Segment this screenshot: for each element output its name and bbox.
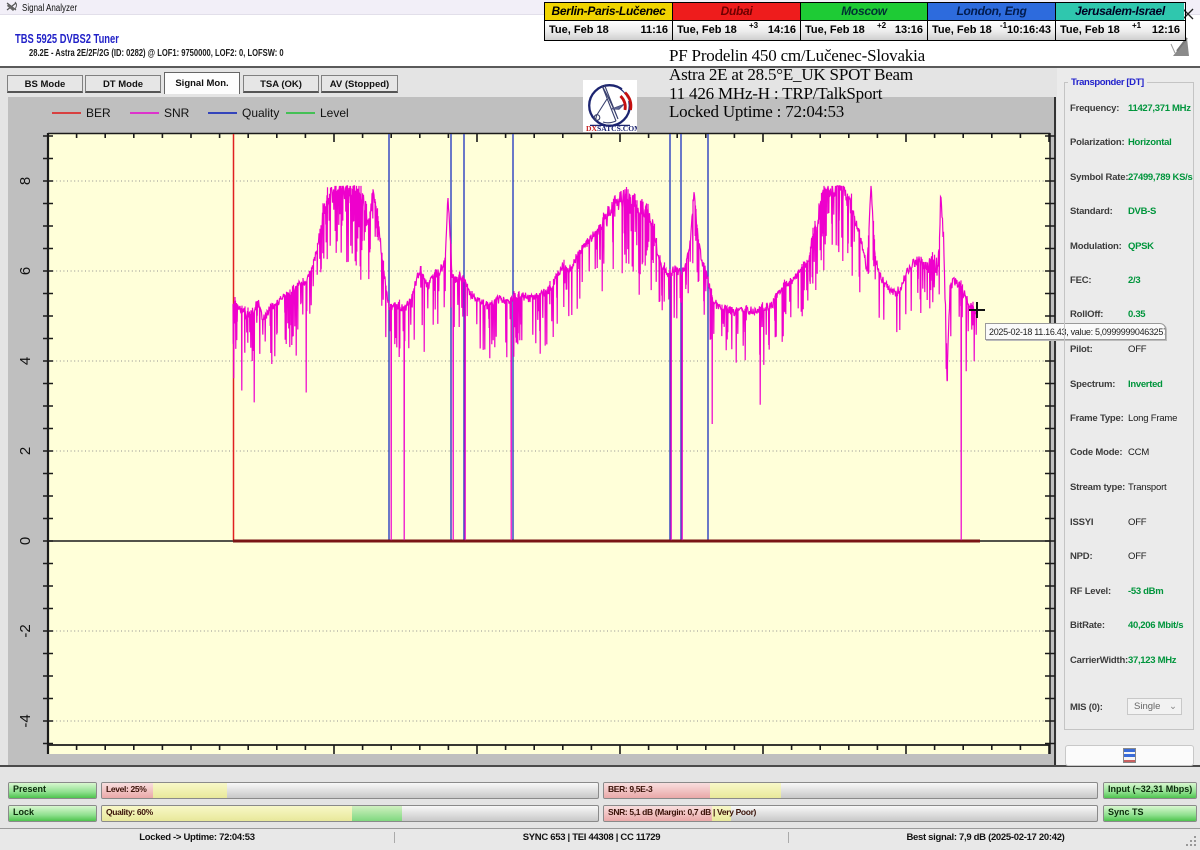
svg-text:2: 2 — [17, 447, 34, 455]
svg-text:8: 8 — [17, 177, 34, 185]
svg-text:-2: -2 — [17, 624, 34, 637]
svg-text:DXSATCS.COM: DXSATCS.COM — [586, 124, 637, 132]
svg-text:-4: -4 — [17, 714, 34, 727]
svg-text:6: 6 — [17, 267, 34, 275]
svg-text:0: 0 — [17, 537, 34, 545]
svg-text:4: 4 — [17, 357, 34, 365]
